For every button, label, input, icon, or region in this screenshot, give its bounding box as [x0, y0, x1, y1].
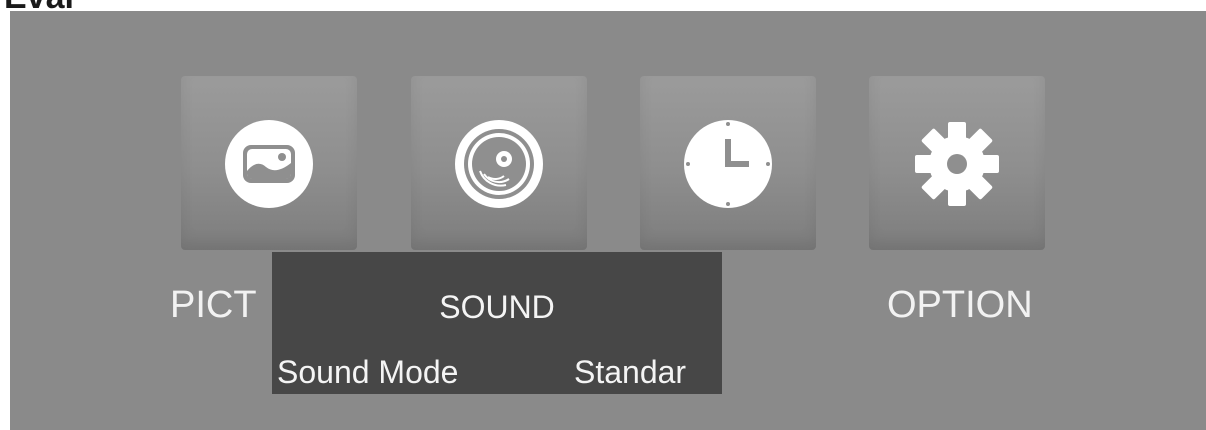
sound-mode-label: Sound Mode	[277, 354, 459, 390]
menu-label-picture: PICT	[170, 284, 257, 326]
menu-tile-time[interactable]	[640, 76, 816, 250]
sound-mode-value: Standar	[574, 354, 687, 390]
menu-tile-sound[interactable]	[411, 76, 587, 250]
popup-title: SOUND	[439, 289, 555, 325]
menu-tile-option[interactable]	[869, 76, 1045, 250]
picture-icon	[225, 120, 313, 208]
sound-mode-row[interactable]: Sound Mode Standar	[272, 353, 722, 393]
menu-tile-picture[interactable]	[181, 76, 357, 250]
clock-icon	[684, 120, 772, 208]
gear-icon	[915, 122, 999, 206]
menu-label-option: OPTION	[887, 284, 1033, 326]
tv-menu-screen: PICT ME OPTION SOUND Sound Mode Standar	[10, 11, 1206, 430]
disc-icon	[455, 120, 543, 208]
sound-popup: SOUND Sound Mode Standar	[272, 252, 722, 394]
